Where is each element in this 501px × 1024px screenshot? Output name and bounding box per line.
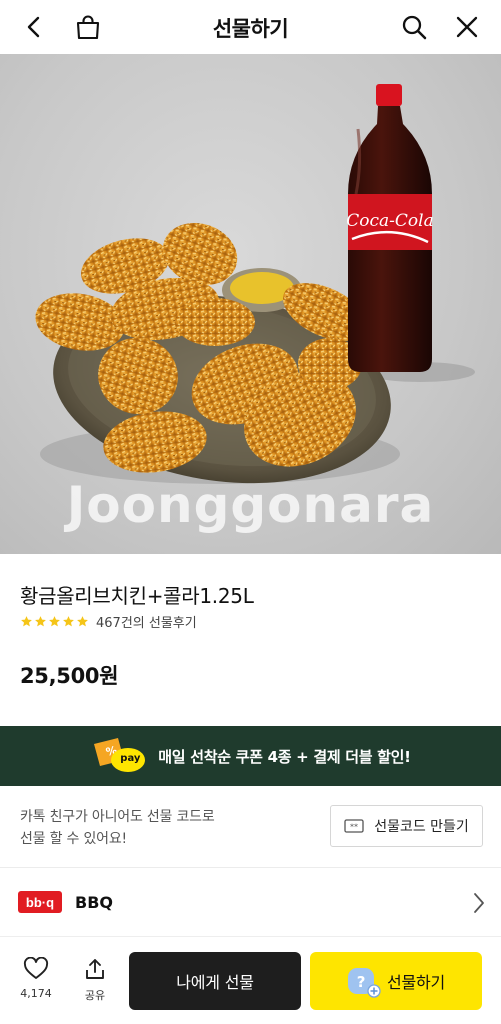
product-image: Coca-Cola Joonggonara — [0, 54, 501, 554]
heart-icon — [23, 957, 49, 979]
bottom-action-bar: 4,174 공유 나에게 선물 ? 선물하기 — [0, 936, 501, 1024]
close-icon — [456, 16, 478, 38]
gift-code-line-2: 선물 할 수 있어요! — [20, 831, 127, 847]
create-gift-code-label: 선물코드 만들기 — [374, 819, 469, 835]
gift-code-line-1: 카톡 친구가 아니어도 선물 코드로 — [20, 809, 215, 825]
search-button[interactable] — [396, 9, 432, 45]
create-gift-code-button[interactable]: ** 선물코드 만들기 — [330, 805, 483, 847]
brand-row[interactable]: bb·q BBQ — [0, 868, 501, 936]
star-icon — [21, 616, 32, 627]
star-rating — [20, 615, 90, 628]
gift-question-icon: ? — [347, 966, 381, 998]
promo-banner[interactable]: % pay 매일 선착순 쿠폰 4종 + 결제 더블 할인! — [0, 726, 501, 786]
watermark-text: Joonggonara — [66, 476, 435, 534]
product-price: 25,500원 — [20, 664, 119, 688]
star-icon — [63, 616, 74, 627]
pay-badge-text: pay — [120, 753, 141, 764]
svg-text:**: ** — [350, 823, 358, 832]
star-icon — [77, 616, 88, 627]
share-icon — [86, 959, 104, 979]
search-icon — [402, 15, 427, 40]
star-icon — [35, 616, 46, 627]
ticket-icon: ** — [344, 819, 364, 833]
cola-label: Coca-Cola — [346, 211, 433, 231]
send-gift-button[interactable]: ? 선물하기 — [310, 952, 482, 1010]
share-button[interactable]: 공유 — [75, 957, 115, 1003]
svg-text:?: ? — [357, 973, 366, 991]
coupon-pay-icon: % pay — [90, 734, 148, 778]
top-header: 선물하기 — [0, 0, 501, 54]
rating-row[interactable]: 467건의 선물후기 — [20, 612, 197, 631]
send-gift-label: 선물하기 — [386, 973, 446, 992]
chevron-right-icon — [474, 893, 484, 913]
like-button[interactable]: 4,174 — [16, 957, 56, 1000]
gift-to-myself-button[interactable]: 나에게 선물 — [129, 952, 301, 1010]
share-label: 공유 — [84, 989, 106, 1002]
like-count: 4,174 — [20, 987, 52, 1000]
review-count: 467건의 선물후기 — [96, 616, 197, 631]
star-icon — [49, 616, 60, 627]
product-name: 황금올리브치킨+콜라1.25L — [20, 584, 254, 608]
close-button[interactable] — [449, 9, 485, 45]
brand-logo: bb·q — [18, 891, 62, 913]
brand-name: BBQ — [75, 892, 113, 912]
gift-code-description: 카톡 친구가 아니어도 선물 코드로 선물 할 수 있어요! — [20, 806, 215, 850]
promo-text: 매일 선착순 쿠폰 4종 + 결제 더블 할인! — [158, 747, 411, 766]
